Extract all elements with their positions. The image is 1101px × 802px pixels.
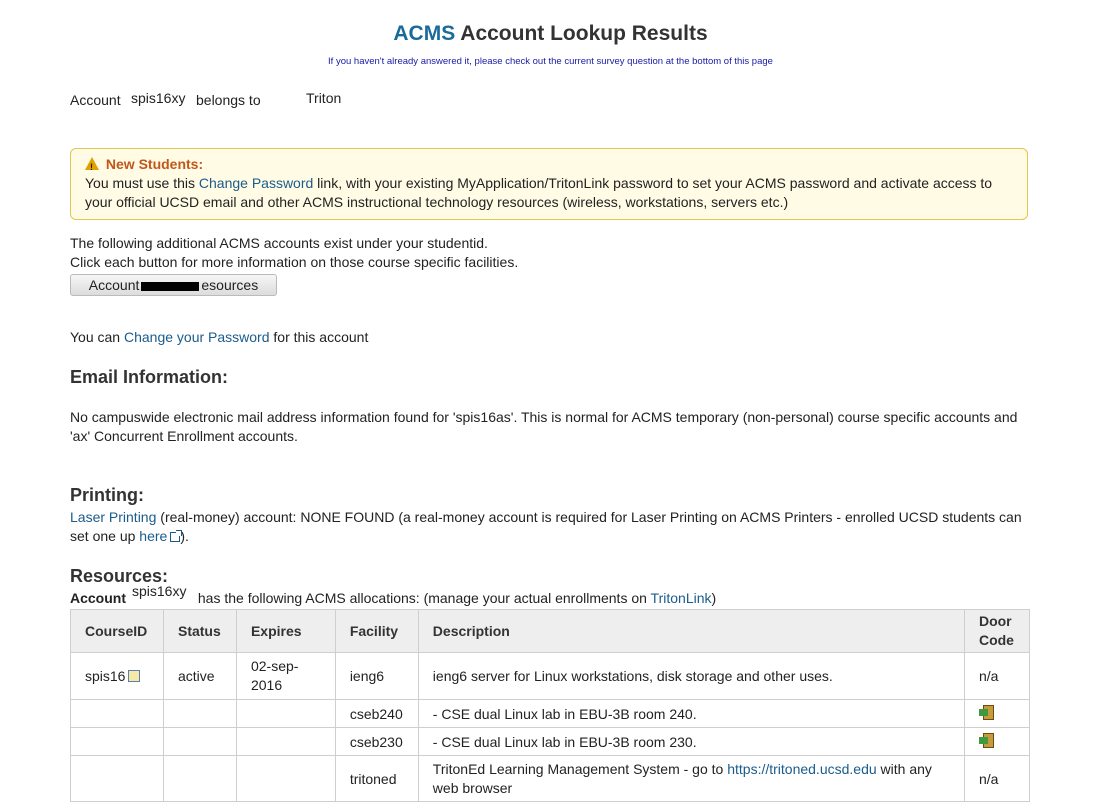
notice-text-before: You must use this — [85, 175, 199, 191]
cell-courseid — [70, 755, 164, 802]
external-link-icon[interactable] — [170, 530, 183, 542]
cell-description: ieng6 server for Linux workstations, dis… — [417, 652, 965, 700]
belongs-label: belongs to — [196, 92, 261, 108]
cell-courseid — [70, 727, 164, 756]
cell-door-code — [963, 699, 1031, 728]
cell-facility: cseb240 — [334, 699, 419, 728]
resources-account-label: Account — [70, 590, 126, 606]
cell-facility: ieng6 — [334, 652, 419, 700]
description-text: TritonEd Learning Management System - go… — [432, 760, 728, 777]
additional-accounts-text: The following additional ACMS accounts e… — [70, 234, 518, 272]
cell-status — [162, 699, 237, 728]
account-id: spis16xy — [131, 90, 186, 106]
edit-icon[interactable] — [128, 670, 141, 682]
cell-door-code: n/a — [963, 652, 1031, 700]
table-header-row: CourseID Status Expires Facility Descrip… — [70, 609, 1031, 653]
button-label-left: Account — [88, 277, 140, 293]
cell-expires: 02-sep-2016 — [235, 652, 336, 700]
printing-text: (real-money) account: NONE FOUND (a real… — [70, 509, 1022, 544]
tritonlink-link[interactable]: TritonLink — [651, 590, 712, 606]
page-title: ACMS Account Lookup Results — [0, 22, 1101, 46]
change-password-link[interactable]: Change Password — [199, 175, 313, 191]
resources-text: has the following ACMS allocations: (man… — [194, 590, 651, 606]
cell-expires — [235, 755, 336, 802]
brand-name: ACMS — [393, 22, 456, 45]
resources-account-id: spis16xy — [126, 582, 193, 603]
cell-status — [162, 727, 237, 756]
header-facility: Facility — [334, 609, 419, 653]
email-heading: Email Information: — [70, 367, 229, 387]
cell-facility: tritoned — [334, 755, 419, 802]
course-id: spis16 — [85, 668, 126, 684]
door-icon[interactable] — [978, 704, 995, 720]
resources-end: ) — [711, 590, 717, 606]
cell-door-code — [963, 727, 1031, 756]
tritoned-link[interactable]: https://tritoned.ucsd.edu — [727, 761, 876, 777]
redaction-bar — [141, 281, 200, 291]
email-info-text: No campuswide electronic mail address in… — [70, 409, 1018, 444]
change-your-password-link[interactable]: Change your Password — [124, 329, 270, 345]
printing-info: Laser Printing (real-money) account: NON… — [70, 508, 1030, 546]
header-courseid: CourseID — [70, 609, 164, 653]
cell-status: active — [162, 652, 237, 700]
printing-heading: Printing: — [70, 485, 144, 505]
table-row: spis16 active 02-sep-2016 ieng6 ieng6 se… — [70, 652, 1031, 700]
table-row: tritoned TritonEd Learning Management Sy… — [70, 755, 1031, 802]
cell-status — [162, 755, 237, 802]
change-password-line: You can Change your Password for this ac… — [70, 328, 368, 347]
button-label-right: esources — [201, 277, 259, 293]
account-owner: Triton — [306, 90, 342, 106]
cell-door-code: n/a — [963, 755, 1031, 802]
cell-expires — [235, 699, 336, 728]
table-row: cseb230 - CSE dual Linux lab in EBU-3B r… — [70, 727, 1031, 756]
cell-description: TritonEd Learning Management System - go… — [417, 755, 965, 802]
cell-description: - CSE dual Linux lab in EBU-3B room 240. — [417, 699, 965, 728]
cell-expires — [235, 727, 336, 756]
header-description: Description — [417, 609, 965, 653]
here-link[interactable]: here — [139, 528, 167, 544]
additional-line-1: The following additional ACMS accounts e… — [70, 235, 488, 251]
header-expires: Expires — [235, 609, 336, 653]
account-label: Account — [70, 92, 121, 108]
password-text-after: for this account — [269, 329, 369, 345]
additional-line-2: Click each button for more information o… — [70, 254, 519, 270]
new-students-notice: New Students: You must use this Change P… — [70, 148, 1028, 220]
allocations-table: CourseID Status Expires Facility Descrip… — [70, 609, 1031, 802]
table-row: cseb240 - CSE dual Linux lab in EBU-3B r… — [70, 699, 1031, 728]
title-text: Account Lookup Results — [455, 22, 708, 45]
laser-printing-link[interactable]: Laser Printing — [70, 509, 156, 525]
cell-facility: cseb230 — [334, 727, 419, 756]
survey-note[interactable]: If you haven't already answered it, plea… — [0, 56, 1101, 67]
resources-account-line: Account has the following ACMS allocatio… — [70, 582, 717, 606]
door-icon[interactable] — [978, 732, 995, 748]
header-status: Status — [162, 609, 237, 653]
notice-title: New Students: — [105, 156, 204, 172]
header-door-code: Door Code — [963, 609, 1031, 653]
password-text-before: You can — [70, 329, 124, 345]
cell-courseid: spis16 — [70, 652, 164, 700]
notice-text: You must use this Change Password link, … — [85, 174, 1013, 212]
cell-courseid — [70, 699, 164, 728]
cell-description: - CSE dual Linux lab in EBU-3B room 230. — [417, 727, 965, 756]
account-resources-button[interactable]: Account esources — [70, 274, 277, 296]
warning-icon — [85, 157, 99, 177]
